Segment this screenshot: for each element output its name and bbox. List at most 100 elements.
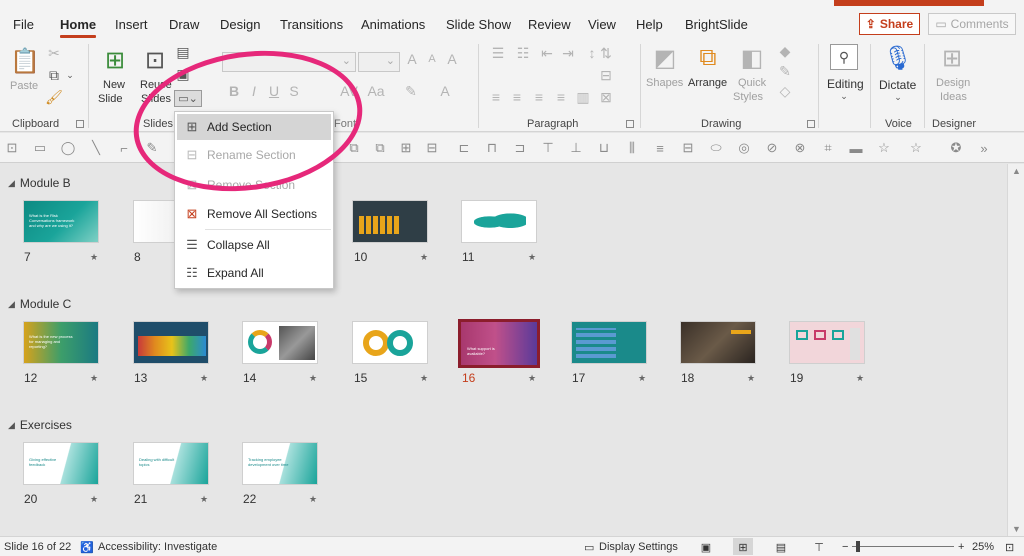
transition-star-icon[interactable]: ★: [90, 252, 98, 263]
format-painter-icon[interactable]: 🖌: [45, 89, 63, 105]
group-icon[interactable]: ⧉: [346, 140, 362, 155]
slide-thumbnail[interactable]: Tracking employee development over time: [242, 442, 318, 485]
find-icon[interactable]: ⚲: [830, 44, 858, 70]
zoom-level[interactable]: 25%: [972, 541, 994, 553]
vertical-scrollbar[interactable]: ▲ ▼: [1007, 164, 1024, 536]
smartart-icon[interactable]: ⊠: [599, 89, 613, 105]
menu-item-remove-all-sections[interactable]: ⊠ Remove All Sections: [177, 201, 331, 227]
transition-star-icon[interactable]: ★: [200, 373, 208, 384]
badge-icon[interactable]: ✪: [948, 140, 964, 155]
star-icon[interactable]: ☆: [876, 140, 892, 155]
transition-star-icon[interactable]: ★: [528, 252, 536, 263]
zoom-thumb[interactable]: [856, 541, 861, 552]
star-outline-icon[interactable]: ☆: [908, 140, 924, 155]
line-icon[interactable]: ╲: [88, 140, 104, 155]
ungroup-icon[interactable]: ⧉: [372, 140, 388, 155]
menu-item-remove-section[interactable]: ⊠ Remove Section: [177, 172, 331, 198]
collapse-chevron-icon[interactable]: ◢: [8, 420, 15, 431]
section-header-exercises[interactable]: ◢ Exercises: [8, 418, 72, 432]
shrink-font-icon[interactable]: A: [425, 52, 439, 66]
shape-effects-icon[interactable]: ◇: [778, 83, 792, 99]
change-case-icon[interactable]: Aa: [366, 83, 386, 99]
tab-file[interactable]: File: [13, 17, 34, 32]
shape-outline-icon[interactable]: ✎: [778, 63, 792, 79]
dictate-chevron-icon[interactable]: ⌄: [892, 91, 904, 103]
slide-thumbnail[interactable]: [571, 321, 647, 364]
shapes-label[interactable]: Shapes: [646, 77, 683, 89]
bring-forward-icon[interactable]: ⊞: [398, 140, 414, 155]
clear-format-icon[interactable]: A: [445, 51, 459, 67]
transition-star-icon[interactable]: ★: [420, 252, 428, 263]
paste-icon[interactable]: 📋: [10, 46, 40, 76]
copy-dropdown-icon[interactable]: ⌄: [65, 68, 75, 82]
tab-help[interactable]: Help: [636, 17, 663, 32]
section-header-module-b[interactable]: ◢ Module B: [8, 176, 71, 190]
normal-view-icon[interactable]: ▣: [697, 541, 715, 554]
tab-transitions[interactable]: Transitions: [280, 17, 343, 32]
slide-thumbnail[interactable]: [352, 321, 428, 364]
shadow-icon[interactable]: S: [288, 83, 300, 99]
fit-to-window-icon[interactable]: ⊡: [1005, 541, 1014, 554]
collapse-chevron-icon[interactable]: ◢: [8, 178, 15, 189]
align-left-icon[interactable]: ≡: [489, 89, 503, 105]
transition-star-icon[interactable]: ★: [638, 373, 646, 384]
merge-intersect-icon[interactable]: ⊗: [792, 140, 808, 155]
reading-view-icon[interactable]: ▤: [772, 541, 790, 554]
align-right-objects-icon[interactable]: ⊐: [512, 140, 528, 155]
transition-star-icon[interactable]: ★: [90, 373, 98, 384]
tab-draw[interactable]: Draw: [169, 17, 199, 32]
display-settings-icon[interactable]: ▭: [584, 541, 594, 554]
increase-indent-icon[interactable]: ⇥: [561, 45, 575, 61]
accessibility-icon[interactable]: ♿: [80, 541, 94, 554]
tab-animations[interactable]: Animations: [361, 17, 425, 32]
transition-star-icon[interactable]: ★: [528, 373, 536, 384]
editing-button[interactable]: Editing: [827, 77, 864, 91]
align-center-icon[interactable]: ≡: [510, 89, 524, 105]
align-left-objects-icon[interactable]: ⊏: [456, 140, 472, 155]
reuse-slides-icon[interactable]: ⊡: [141, 46, 169, 74]
zoom-in-icon[interactable]: +: [958, 541, 964, 553]
columns-icon[interactable]: ▥: [576, 89, 590, 105]
merge-fragment-icon[interactable]: ⊘: [764, 140, 780, 155]
share-button[interactable]: ⇪ Share: [859, 13, 920, 35]
transition-star-icon[interactable]: ★: [309, 373, 317, 384]
slide-thumbnail[interactable]: Giving effective feedback: [23, 442, 99, 485]
quick-styles-label-2[interactable]: Styles: [733, 91, 763, 103]
highlight-icon[interactable]: ✎: [404, 83, 418, 99]
scroll-up-icon[interactable]: ▲: [1012, 166, 1021, 176]
slide-thumbnail[interactable]: [242, 321, 318, 364]
slide-thumbnail[interactable]: What is the new process for managing and…: [23, 321, 99, 364]
tab-insert[interactable]: Insert: [115, 17, 148, 32]
zoom-slider[interactable]: [852, 546, 954, 547]
tab-slide-show[interactable]: Slide Show: [446, 17, 511, 32]
align-top-objects-icon[interactable]: ⊤: [540, 140, 556, 155]
copy-icon[interactable]: ⧉: [47, 67, 61, 83]
tab-home[interactable]: Home: [60, 17, 97, 38]
accessibility-status[interactable]: Accessibility: Investigate: [98, 541, 217, 553]
paragraph-launcher-icon[interactable]: [626, 120, 634, 128]
design-ideas-icon[interactable]: ⊞: [938, 44, 966, 72]
slide-thumbnail[interactable]: [461, 200, 537, 243]
underline-icon[interactable]: U: [268, 83, 280, 99]
bullets-icon[interactable]: ☰: [489, 45, 507, 61]
text-box-icon[interactable]: ⊡: [4, 140, 20, 155]
dictate-label[interactable]: Dictate: [879, 78, 916, 92]
align-middle-objects-icon[interactable]: ⊥: [568, 140, 584, 155]
tab-brightslide[interactable]: BrightSlide: [685, 17, 748, 32]
justify-icon[interactable]: ≡: [554, 89, 568, 105]
slide-sorter-view-icon[interactable]: ⊞: [733, 538, 753, 555]
shapes-icon[interactable]: ◩: [651, 44, 679, 72]
new-slide-label-2[interactable]: Slide: [98, 93, 122, 105]
align-bottom-objects-icon[interactable]: ⊔: [596, 140, 612, 155]
editing-chevron-icon[interactable]: ⌄: [838, 90, 850, 102]
slide-thumbnail-selected[interactable]: What support is available?: [458, 319, 540, 368]
decrease-indent-icon[interactable]: ⇤: [540, 45, 554, 61]
menu-item-add-section[interactable]: ⊞ Add Section: [177, 114, 331, 140]
menu-item-rename-section[interactable]: ⊟ Rename Section: [177, 142, 331, 168]
transition-star-icon[interactable]: ★: [420, 373, 428, 384]
slide-thumbnail[interactable]: [133, 321, 209, 364]
align-right-icon[interactable]: ≡: [532, 89, 546, 105]
oval-icon[interactable]: ◯: [60, 140, 76, 155]
bold-icon[interactable]: B: [228, 83, 240, 99]
align-text-icon[interactable]: ⊟: [599, 67, 613, 83]
